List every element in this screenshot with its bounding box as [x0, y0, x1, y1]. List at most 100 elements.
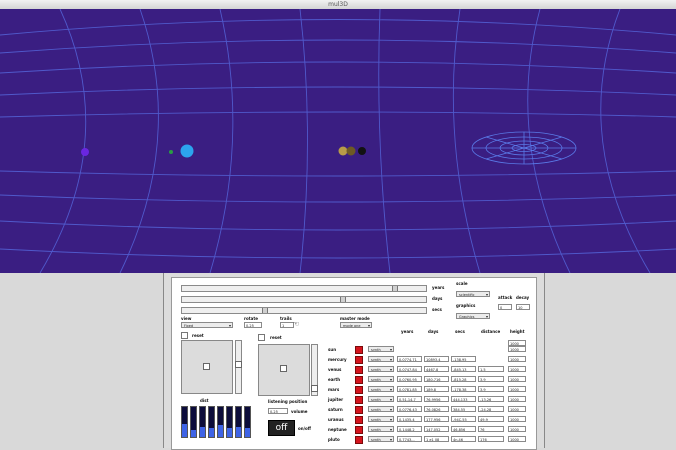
planet-days-number[interactable]: 180.716: [424, 376, 449, 382]
years-label: years: [432, 285, 445, 290]
planet-toggle-button[interactable]: [355, 386, 363, 394]
planet-mode-select[interactable]: synth: [368, 386, 394, 392]
planet-years-number[interactable]: 0.0776.43: [397, 406, 422, 412]
planet-distance-number[interactable]: 3.9: [478, 386, 504, 392]
planet-days-number[interactable]: 10893.4: [424, 356, 449, 362]
listening-xy-pad[interactable]: [258, 344, 310, 396]
rotate-number[interactable]: 0.25: [244, 322, 262, 328]
planet-secs-number[interactable]: -845.13: [451, 366, 476, 372]
planet-secs-number[interactable]: 444.133: [451, 396, 476, 402]
planet-mode-select[interactable]: synth: [368, 346, 394, 352]
planet-secs-number[interactable]: -138.95: [451, 356, 476, 362]
listening-height-slider[interactable]: [311, 344, 318, 396]
planet-secs-number[interactable]: 46.856: [451, 426, 476, 432]
3d-orbit-view[interactable]: [0, 9, 676, 273]
planet-distance-number[interactable]: 76: [478, 426, 504, 432]
planet-toggle-button[interactable]: [355, 396, 363, 404]
planet-mode-select[interactable]: synth: [368, 436, 394, 442]
planet-height-number[interactable]: 1000: [508, 376, 526, 382]
planet-toggle-button[interactable]: [355, 346, 363, 354]
view-xy-pad-handle[interactable]: [203, 363, 210, 370]
on-off-caption: on/off: [298, 426, 312, 431]
reset-right-checkbox[interactable]: [258, 334, 265, 341]
orbit-canvas[interactable]: [0, 9, 676, 273]
view-zoom-handle[interactable]: [235, 361, 242, 368]
view-zoom-slider[interactable]: [235, 340, 242, 394]
planet-years-number[interactable]: 0.0781.85: [397, 386, 422, 392]
planet-mode-select[interactable]: synth: [368, 426, 394, 432]
planet-secs-number[interactable]: -94C.55: [451, 416, 476, 422]
planet-distance-number[interactable]: 3.9: [478, 376, 504, 382]
reset-left-label: reset: [192, 333, 204, 338]
planet-distance-number[interactable]: 176: [478, 436, 504, 442]
planet-height-number[interactable]: 1000: [508, 396, 526, 402]
planet-toggle-button[interactable]: [355, 436, 363, 444]
planet-days-number[interactable]: 76.0826: [424, 406, 449, 412]
level-meter-fill: [227, 428, 232, 437]
trails-number[interactable]: 1: [280, 322, 294, 328]
view-select[interactable]: Fixed: [181, 322, 233, 328]
volume-number[interactable]: 0.25: [268, 408, 288, 414]
planet-secs-number[interactable]: 384.55: [451, 406, 476, 412]
planet-years-number[interactable]: 0.0760.95: [397, 376, 422, 382]
days-slider[interactable]: [181, 296, 427, 303]
planet-years-number[interactable]: 0.51.14.7: [397, 396, 422, 402]
decay-number[interactable]: 10: [516, 304, 530, 310]
planet-years-number[interactable]: 0.1435.4: [397, 416, 422, 422]
secs-slider[interactable]: [181, 307, 427, 314]
listening-xy-pad-handle[interactable]: [280, 365, 287, 372]
planet-toggle-button[interactable]: [355, 356, 363, 364]
planet-height-number[interactable]: 1000: [508, 406, 526, 412]
planet-height-number[interactable]: 1000: [508, 426, 526, 432]
days-slider-knob[interactable]: [340, 297, 346, 302]
planet-height-number[interactable]: 1000: [508, 386, 526, 392]
planet-toggle-button[interactable]: [355, 366, 363, 374]
planet-toggle-button[interactable]: [355, 406, 363, 414]
planet-height-number[interactable]: 1000: [508, 346, 526, 352]
years-slider[interactable]: [181, 285, 427, 292]
planet-height-number[interactable]: 1000: [508, 436, 526, 442]
reset-left-checkbox[interactable]: [181, 332, 188, 339]
planet-days-number[interactable]: 4467.8: [424, 366, 449, 372]
planet-distance-number[interactable]: -24.28: [478, 406, 504, 412]
graphics-select[interactable]: Graphics: [456, 313, 490, 319]
planet-days-number[interactable]: 1 e1 08: [424, 436, 449, 442]
planet-days-number[interactable]: 76.9956: [424, 396, 449, 402]
planet-toggle-button[interactable]: [355, 426, 363, 434]
years-slider-knob[interactable]: [392, 286, 398, 291]
planet-days-number[interactable]: 189.8: [424, 386, 449, 392]
body-gas-giant-b: [346, 146, 356, 156]
planet-days-number[interactable]: 147.052: [424, 426, 449, 432]
planet-toggle-button[interactable]: [355, 416, 363, 424]
planet-secs-number[interactable]: 4n.46: [451, 436, 476, 442]
planet-secs-number[interactable]: -815.28: [451, 376, 476, 382]
planet-years-number[interactable]: 0.0747.84: [397, 366, 422, 372]
planet-mode-select[interactable]: synth: [368, 356, 394, 362]
planet-distance-number[interactable]: -13.26: [478, 396, 504, 402]
planet-height-number[interactable]: 1000: [508, 356, 526, 362]
planet-mode-select[interactable]: synth: [368, 376, 394, 382]
planet-mode-select[interactable]: synth: [368, 396, 394, 402]
planet-days-number[interactable]: 177.956: [424, 416, 449, 422]
level-meter: [199, 406, 206, 438]
planet-secs-number[interactable]: -178.38: [451, 386, 476, 392]
planet-height-number[interactable]: 1000: [508, 366, 526, 372]
planet-years-number[interactable]: 0.0774.71: [397, 356, 422, 362]
planet-years-number[interactable]: 0.7743...: [397, 436, 422, 442]
secs-slider-knob[interactable]: [262, 308, 268, 313]
planet-years-number[interactable]: 0.1448.2: [397, 426, 422, 432]
on-off-toggle[interactable]: off: [268, 420, 295, 436]
planet-height-number[interactable]: 1000: [508, 416, 526, 422]
planet-toggle-button[interactable]: [355, 376, 363, 384]
level-meter: [208, 406, 215, 438]
scale-select[interactable]: scientific: [456, 291, 490, 297]
attack-number[interactable]: 0: [498, 304, 512, 310]
listening-height-handle[interactable]: [311, 385, 318, 392]
planet-distance-number[interactable]: 49.9: [478, 416, 504, 422]
view-xy-pad[interactable]: [181, 340, 233, 394]
master-mode-select[interactable]: mode one: [340, 322, 372, 328]
planet-mode-select[interactable]: synth: [368, 416, 394, 422]
planet-mode-select[interactable]: synth: [368, 366, 394, 372]
planet-distance-number[interactable]: 1.5: [478, 366, 504, 372]
planet-mode-select[interactable]: synth: [368, 406, 394, 412]
